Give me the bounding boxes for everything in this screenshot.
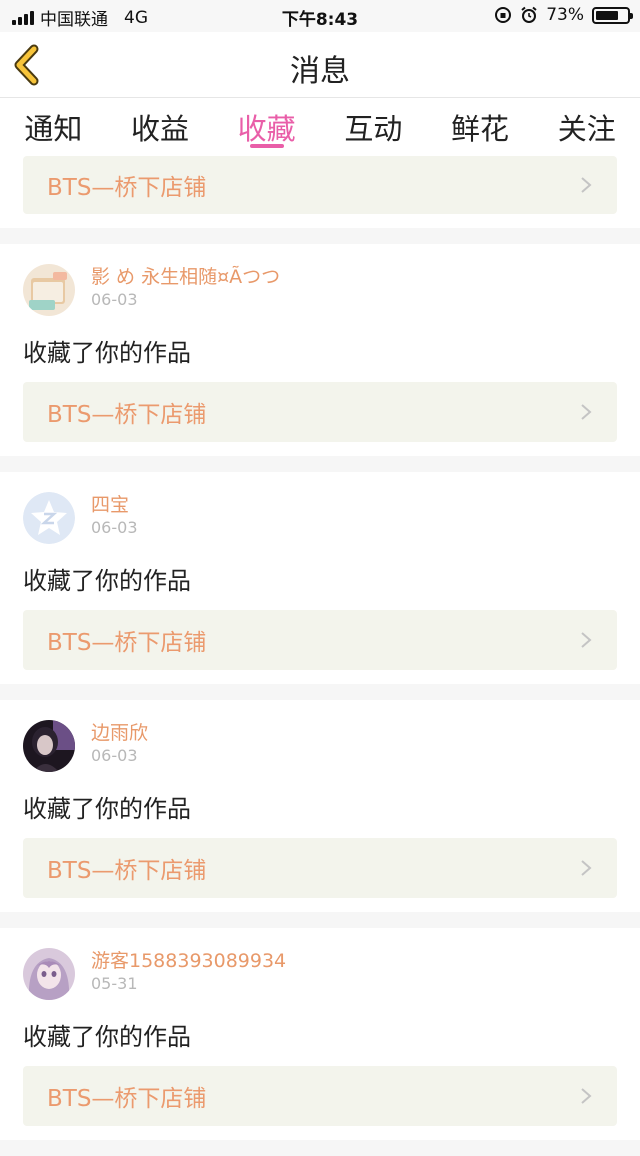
user-meta: 边雨欣 06-03	[91, 720, 148, 767]
username[interactable]: 游客1588393089934	[91, 949, 286, 973]
user-row: 影 め 永生相随¤Ãつつ 06-03	[23, 264, 617, 320]
action-text: 收藏了你的作品	[23, 1023, 191, 1051]
work-title: BTS—桥下店铺	[47, 402, 207, 428]
work-title: BTS—桥下店铺	[47, 175, 207, 201]
chevron-right-icon	[581, 860, 592, 876]
anime-girl-icon	[23, 948, 75, 1000]
divider	[0, 684, 640, 700]
action-text: 收藏了你的作品	[23, 795, 191, 823]
battery-percent: 73%	[546, 5, 584, 25]
message-card: 影 め 永生相随¤Ãつつ 06-03 收藏了你的作品 BTS—桥下店铺	[0, 244, 640, 456]
work-link[interactable]: BTS—桥下店铺	[23, 838, 617, 898]
nav-header: 消息	[0, 32, 640, 98]
status-bar: 中国联通 4G 下午8:43 73%	[0, 0, 640, 32]
action-text: 收藏了你的作品	[23, 567, 191, 595]
user-meta: 影 め 永生相随¤Ãつつ 06-03	[91, 264, 280, 311]
book-avatar-icon	[23, 264, 75, 316]
chevron-right-icon	[581, 404, 592, 420]
user-meta: 四宝 06-03	[91, 492, 138, 539]
alarm-icon	[521, 6, 537, 23]
tab-interactions[interactable]: 互动	[320, 98, 427, 154]
user-row: 游客1588393089934 05-31	[23, 948, 617, 1004]
user-meta: 游客1588393089934 05-31	[91, 948, 286, 995]
divider	[0, 456, 640, 472]
tab-favorites[interactable]: 收藏	[213, 98, 320, 154]
avatar[interactable]	[23, 948, 75, 1000]
avatar[interactable]	[23, 264, 75, 316]
tab-earnings[interactable]: 收益	[107, 98, 214, 154]
action-text: 收藏了你的作品	[23, 339, 191, 367]
work-title: BTS—桥下店铺	[47, 858, 207, 884]
work-link[interactable]: BTS—桥下店铺	[23, 610, 617, 670]
message-date: 06-03	[91, 518, 138, 537]
message-date: 06-03	[91, 746, 138, 765]
back-button[interactable]	[10, 44, 50, 86]
dark-portrait-icon	[23, 720, 75, 772]
avatar[interactable]	[23, 492, 75, 544]
message-date: 06-03	[91, 290, 138, 309]
user-row: 边雨欣 06-03	[23, 720, 617, 776]
tab-bar: 通知 收益 收藏 互动 鲜花 关注	[0, 98, 640, 154]
page-title: 消息	[290, 54, 350, 89]
status-right: 73%	[494, 5, 633, 25]
username[interactable]: 四宝	[91, 493, 138, 517]
work-title: BTS—桥下店铺	[47, 630, 207, 656]
work-link[interactable]: BTS—桥下店铺	[23, 156, 617, 214]
username[interactable]: 影 め 永生相随¤Ãつつ	[91, 265, 280, 289]
chevron-left-icon	[14, 44, 39, 86]
tab-notifications[interactable]: 通知	[0, 98, 107, 154]
username[interactable]: 边雨欣	[91, 721, 148, 745]
work-link[interactable]: BTS—桥下店铺	[23, 1066, 617, 1126]
chevron-right-icon	[581, 177, 592, 193]
message-date: 05-31	[91, 974, 138, 993]
message-list: BTS—桥下店铺 影 め 永生相随¤Ãつつ 06-03 收藏了你的作品 BTS—…	[0, 154, 640, 1156]
chevron-right-icon	[581, 632, 592, 648]
battery-fill	[596, 10, 618, 20]
divider	[0, 1140, 640, 1156]
orientation-lock-icon	[495, 7, 512, 23]
work-title: BTS—桥下店铺	[47, 1086, 207, 1112]
battery-icon	[592, 6, 633, 24]
user-row: 四宝 06-03	[23, 492, 617, 548]
message-card: 游客1588393089934 05-31 收藏了你的作品 BTS—桥下店铺	[0, 928, 640, 1140]
divider	[0, 228, 640, 244]
message-card-partial: BTS—桥下店铺	[0, 154, 640, 228]
work-link[interactable]: BTS—桥下店铺	[23, 382, 617, 442]
divider	[0, 912, 640, 928]
tab-flowers[interactable]: 鲜花	[427, 98, 534, 154]
chevron-right-icon	[581, 1088, 592, 1104]
message-card: 边雨欣 06-03 收藏了你的作品 BTS—桥下店铺	[0, 700, 640, 912]
message-card: 四宝 06-03 收藏了你的作品 BTS—桥下店铺	[0, 472, 640, 684]
qzone-star-icon	[23, 492, 75, 544]
tab-following[interactable]: 关注	[533, 98, 640, 154]
avatar[interactable]	[23, 720, 75, 772]
